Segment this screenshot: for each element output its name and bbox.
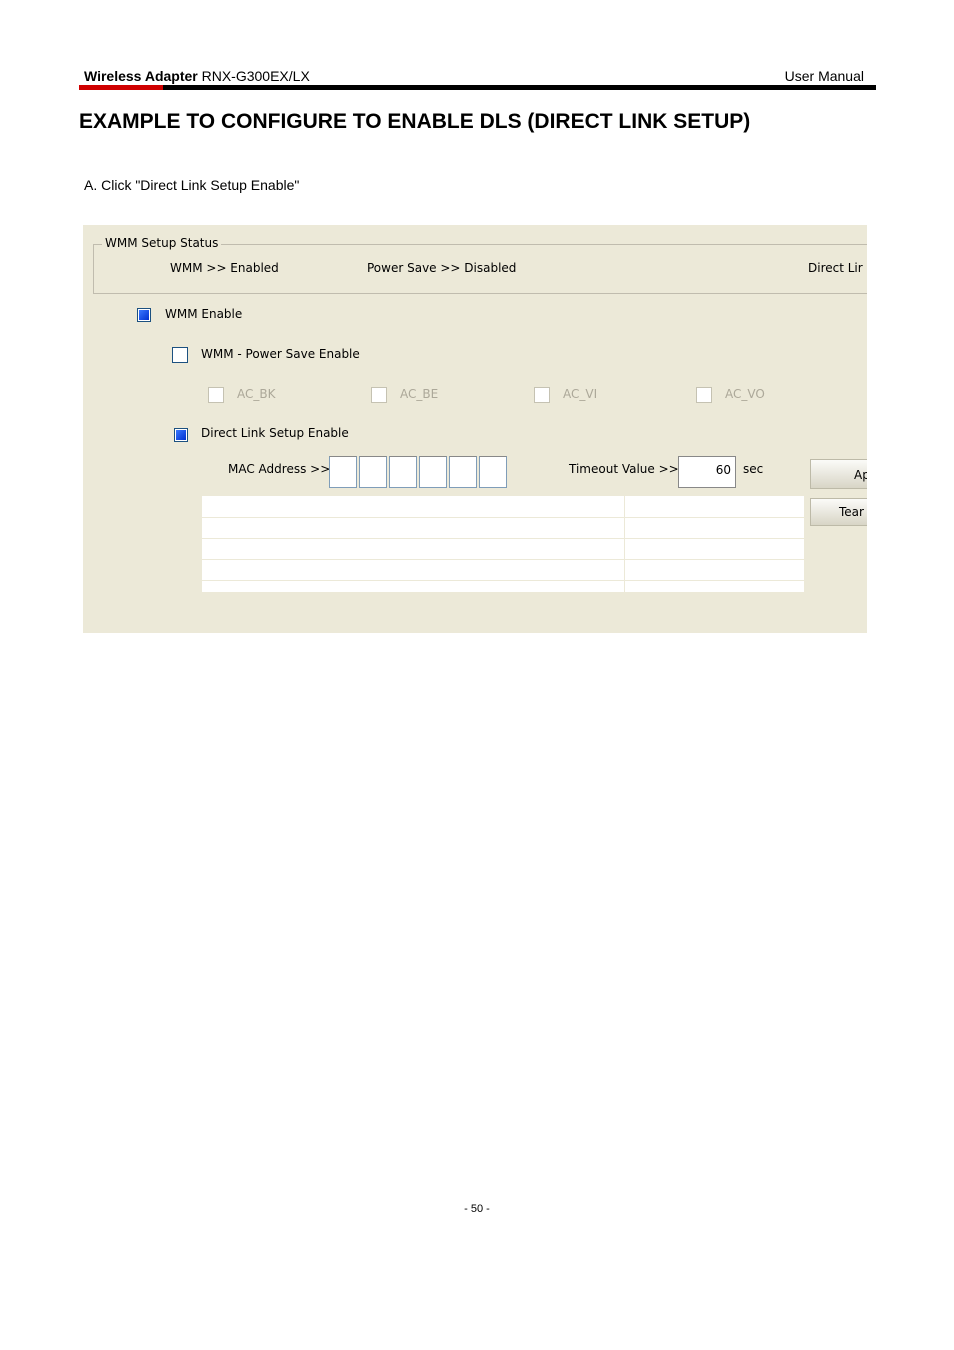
ac-vi-checkbox[interactable] [534,387,550,403]
header-product: Wireless Adapter RNX-G300EX/LX [84,68,310,84]
header-rule [79,85,876,90]
wmm-power-save-label: WMM - Power Save Enable [201,347,360,361]
mac-octet-2[interactable] [359,456,387,488]
wmm-status: WMM >> Enabled [170,261,279,275]
ac-vi-label: AC_VI [563,387,598,401]
ac-vo-checkbox[interactable] [696,387,712,403]
mac-address-label: MAC Address >> [228,462,331,476]
mac-octet-3[interactable] [389,456,417,488]
section-title: EXAMPLE TO CONFIGURE TO ENABLE DLS (DIRE… [79,110,751,133]
mac-octet-1[interactable] [329,456,357,488]
dls-enable-label: Direct Link Setup Enable [201,426,349,440]
ac-be-checkbox[interactable] [371,387,387,403]
timeout-input[interactable]: 60 [678,456,736,488]
ac-vo-label: AC_VO [725,387,765,401]
ac-bk-checkbox[interactable] [208,387,224,403]
group-title: WMM Setup Status [102,236,222,250]
header-right: User Manual [784,68,864,84]
product-name: Wireless Adapter [84,68,198,84]
direct-link-status: Direct Lir [808,261,863,275]
power-save-status: Power Save >> Disabled [367,261,517,275]
apply-button[interactable]: Ap [810,459,867,489]
wmm-enable-checkbox[interactable] [137,308,151,322]
step-text: A. Click "Direct Link Setup Enable" [84,177,300,193]
mac-octet-4[interactable] [419,456,447,488]
teardown-button[interactable]: Tear [810,498,867,526]
ac-be-label: AC_BE [400,387,439,401]
document-page: Wireless Adapter RNX-G300EX/LX User Manu… [0,0,954,1350]
timeout-label: Timeout Value >> [569,462,679,476]
mac-octet-5[interactable] [449,456,477,488]
product-model: RNX-G300EX/LX [201,68,310,84]
ac-bk-label: AC_BK [237,387,276,401]
wmm-enable-label: WMM Enable [165,307,243,321]
mac-octet-6[interactable] [479,456,507,488]
timeout-unit: sec [743,462,764,476]
wmm-power-save-checkbox[interactable] [172,347,188,363]
dls-enable-checkbox[interactable] [174,428,188,442]
dls-link-table[interactable] [202,496,804,592]
page-number: - 50 - [464,1203,490,1215]
wmm-settings-screenshot: WMM Setup Status WMM >> Enabled Power Sa… [83,225,867,633]
